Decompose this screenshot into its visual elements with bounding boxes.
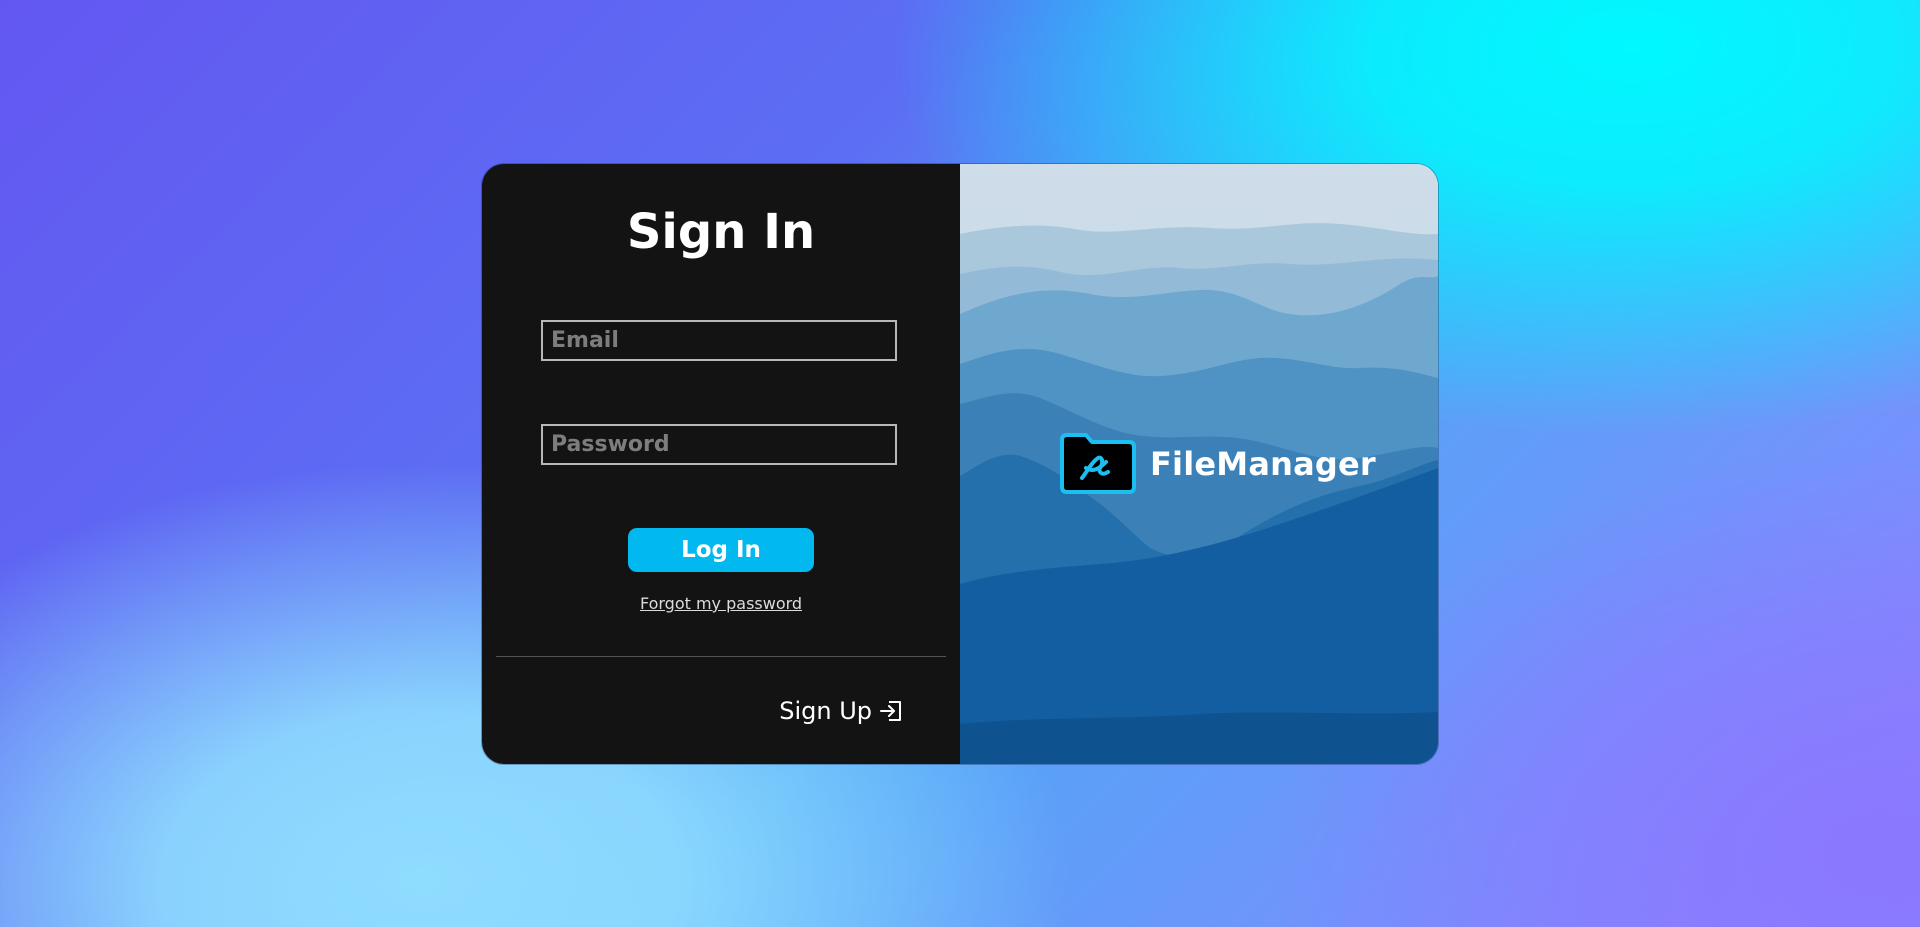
folder-icon <box>1060 433 1136 494</box>
signup-label: Sign Up <box>779 697 872 725</box>
page-title: Sign In <box>626 204 816 260</box>
sign-in-arrow-icon <box>880 701 901 721</box>
brand-logo: FileManager <box>1058 432 1376 496</box>
signup-button[interactable]: Sign Up <box>779 697 904 725</box>
password-field[interactable] <box>541 424 897 465</box>
login-button[interactable]: Log In <box>628 528 814 572</box>
divider <box>496 656 946 657</box>
brand-name: FileManager <box>1150 445 1376 483</box>
login-card: Sign In Log In Forgot my password Sign U… <box>482 164 1438 764</box>
forgot-password-link[interactable]: Forgot my password <box>482 594 960 613</box>
email-field[interactable] <box>541 320 897 361</box>
hero-image-panel: FileManager <box>960 164 1438 764</box>
signin-panel: Sign In Log In Forgot my password Sign U… <box>482 164 960 764</box>
